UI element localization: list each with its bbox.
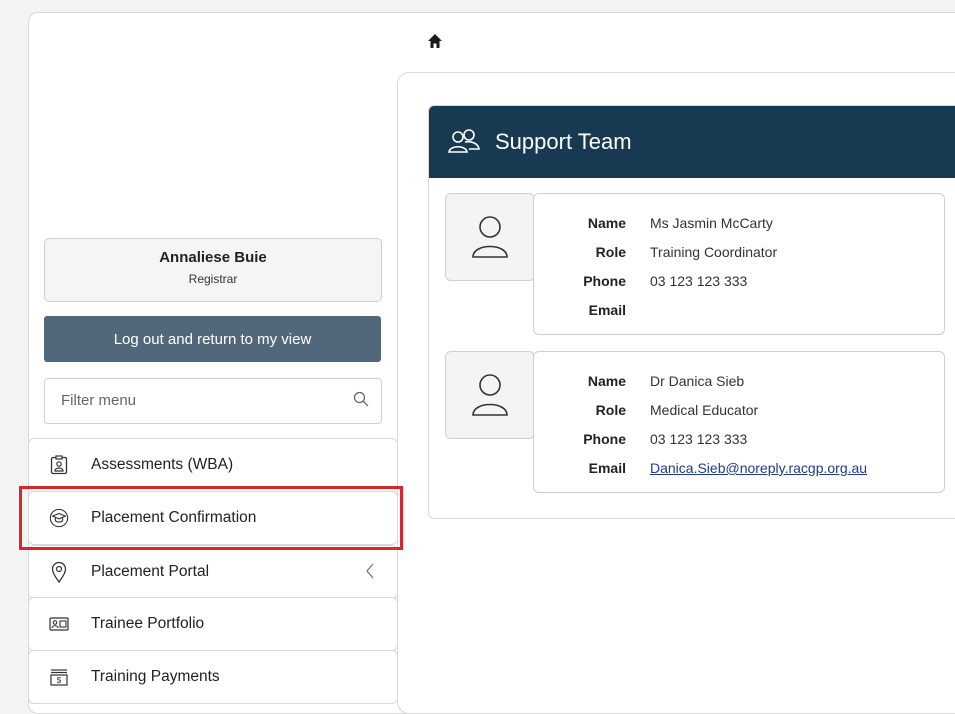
sidebar-item-label: Assessments (WBA) — [91, 456, 234, 473]
email-label: Email — [588, 460, 626, 476]
member-phone: 03 123 123 333 — [650, 273, 748, 289]
support-team-card: Support Team Name Ms Jasmin McCarty Role… — [428, 105, 955, 519]
team-member: Name Dr Danica Sieb Role Medical Educato… — [445, 351, 955, 493]
member-phone: 03 123 123 333 — [650, 431, 748, 447]
home-icon[interactable] — [427, 33, 443, 49]
role-label: Role — [595, 244, 626, 260]
member-role: Medical Educator — [650, 402, 759, 418]
member-name: Dr Danica Sieb — [650, 373, 745, 389]
email-label: Email — [588, 302, 626, 318]
card-header: Support Team — [429, 106, 955, 178]
member-details: Name Ms Jasmin McCarty Role Training Coo… — [533, 193, 945, 335]
team-member: Name Ms Jasmin McCarty Role Training Coo… — [445, 193, 955, 335]
sidebar-item-label: Training Payments — [91, 668, 220, 685]
filter-menu-box — [44, 378, 382, 424]
avatar — [445, 193, 535, 281]
location-pin-icon — [49, 561, 69, 583]
user-icon — [472, 216, 508, 258]
sidebar-item-trainee-portfolio[interactable]: Trainee Portfolio — [28, 597, 398, 651]
sidebar-item-training-payments[interactable]: $ Training Payments — [28, 650, 398, 704]
user-role: Registrar — [188, 272, 238, 286]
name-label: Name — [587, 373, 626, 389]
member-name: Ms Jasmin McCarty — [650, 215, 773, 231]
card-title: Support Team — [495, 129, 632, 154]
sidebar-item-assessments[interactable]: Assessments (WBA) — [28, 438, 398, 492]
sidebar-item-label: Trainee Portfolio — [91, 615, 205, 632]
users-icon — [448, 129, 480, 153]
highlight-box — [19, 486, 403, 550]
clipboard-user-icon — [49, 455, 69, 475]
role-label: Role — [595, 402, 626, 418]
logout-button[interactable]: Log out and return to my view — [44, 316, 381, 362]
phone-label: Phone — [583, 273, 626, 289]
member-role: Training Coordinator — [650, 244, 778, 260]
avatar — [445, 351, 535, 439]
member-details: Name Dr Danica Sieb Role Medical Educato… — [533, 351, 945, 493]
svg-text:$: $ — [57, 676, 62, 685]
phone-label: Phone — [583, 431, 626, 447]
user-icon — [472, 374, 508, 416]
chevron-left-icon[interactable] — [365, 562, 375, 580]
sidebar-item-label: Placement Portal — [91, 563, 210, 580]
user-name: Annaliese Buie — [159, 249, 267, 266]
money-stack-icon: $ — [49, 667, 69, 687]
member-email[interactable]: Danica.Sieb@noreply.racgp.org.au — [650, 460, 867, 476]
id-card-icon — [49, 614, 69, 634]
sidebar-item-placement-portal[interactable]: Placement Portal — [28, 545, 398, 599]
filter-menu-input[interactable] — [59, 391, 333, 410]
search-icon — [353, 391, 369, 407]
user-profile-card: Annaliese Buie Registrar — [44, 238, 382, 302]
name-label: Name — [587, 215, 626, 231]
